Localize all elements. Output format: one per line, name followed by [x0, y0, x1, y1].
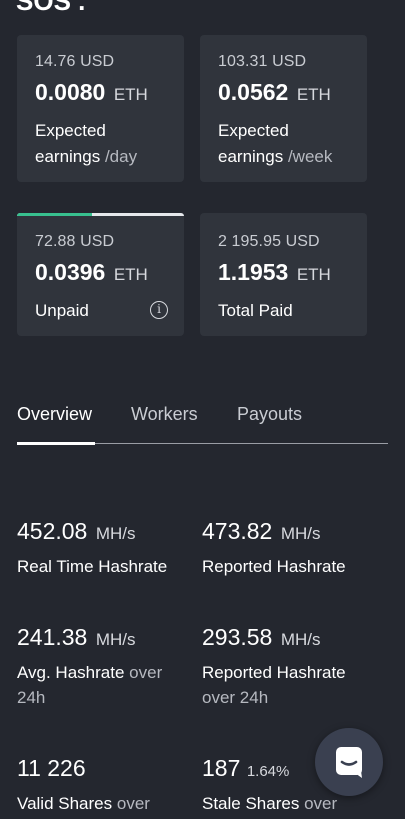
realtime-hashrate-stat: 452.08 MH/s Real Time Hashrate: [17, 518, 167, 579]
expected-day-card: 14.76 USD 0.0080 ETH Expected earnings /…: [17, 35, 184, 182]
stat-label: Reported Hashrate: [202, 557, 346, 576]
info-icon[interactable]: i: [150, 301, 168, 319]
chat-button[interactable]: [315, 728, 383, 796]
stat-value: 11 226: [17, 755, 86, 781]
tab-bar: Overview Workers Payouts: [17, 404, 388, 445]
stat-value: 293.58: [202, 624, 273, 650]
usd-value: 2 195.95 USD: [218, 233, 320, 250]
stat-label: Reported Hashrate over 24h: [202, 663, 346, 707]
stat-unit: MH/s: [95, 524, 136, 543]
payout-progress-fill: [17, 213, 93, 216]
stat-label: Real Time Hashrate: [17, 557, 168, 576]
eth-value: 1.1953: [218, 259, 289, 285]
stat-value: 187: [202, 755, 241, 781]
eth-value: 0.0562: [218, 79, 289, 105]
expected-week-card: 103.31 USD 0.0562 ETH Expected earnings …: [200, 35, 367, 182]
payout-progress-bar: [17, 213, 184, 216]
stat-value: 473.82: [202, 518, 273, 544]
eth-unit: ETH: [113, 85, 148, 104]
card-label: Expected earnings /week: [218, 121, 333, 166]
usd-value: 72.88 USD: [35, 233, 115, 250]
page-title-cut: SOS .: [16, 0, 86, 16]
usd-value: 14.76 USD: [35, 53, 115, 70]
card-label: Total Paid: [218, 301, 293, 320]
period-label: /day: [104, 147, 138, 166]
eth-value: 0.0396: [35, 259, 106, 285]
stat-value: 452.08: [17, 518, 88, 544]
stat-percent: 1.64%: [246, 763, 290, 780]
eth-unit: ETH: [296, 265, 331, 284]
stat-value: 241.38: [17, 624, 88, 650]
stat-label: Avg. Hashrate over 24h: [17, 663, 163, 707]
total-paid-card: 2 195.95 USD 1.1953 ETH Total Paid: [200, 213, 367, 336]
period-label: /week: [287, 147, 333, 166]
avg-hashrate-stat: 241.38 MH/s Avg. Hashrate over 24h: [17, 624, 162, 710]
stat-unit: MH/s: [95, 630, 136, 649]
valid-shares-stat: 11 226 Valid Shares over: [17, 755, 150, 816]
reported-hashrate-stat: 473.82 MH/s Reported Hashrate: [202, 518, 346, 579]
tab-payouts[interactable]: Payouts: [237, 404, 302, 425]
tab-workers[interactable]: Workers: [131, 404, 198, 425]
usd-value: 103.31 USD: [218, 53, 307, 70]
reported-hashrate-24h-stat: 293.58 MH/s Reported Hashrate over 24h: [202, 624, 346, 710]
active-tab-indicator: [17, 442, 95, 445]
eth-unit: ETH: [296, 85, 331, 104]
stat-unit: MH/s: [280, 630, 321, 649]
card-label: Unpaid: [35, 301, 89, 320]
chat-icon: [336, 747, 362, 778]
tab-overview[interactable]: Overview: [17, 404, 92, 425]
stat-label: Valid Shares over: [17, 794, 150, 813]
card-label: Expected earnings /day: [35, 121, 138, 166]
stat-unit: MH/s: [280, 524, 321, 543]
unpaid-card: 72.88 USD 0.0396 ETH Unpaid i: [17, 213, 184, 336]
eth-unit: ETH: [113, 265, 148, 284]
eth-value: 0.0080: [35, 79, 106, 105]
